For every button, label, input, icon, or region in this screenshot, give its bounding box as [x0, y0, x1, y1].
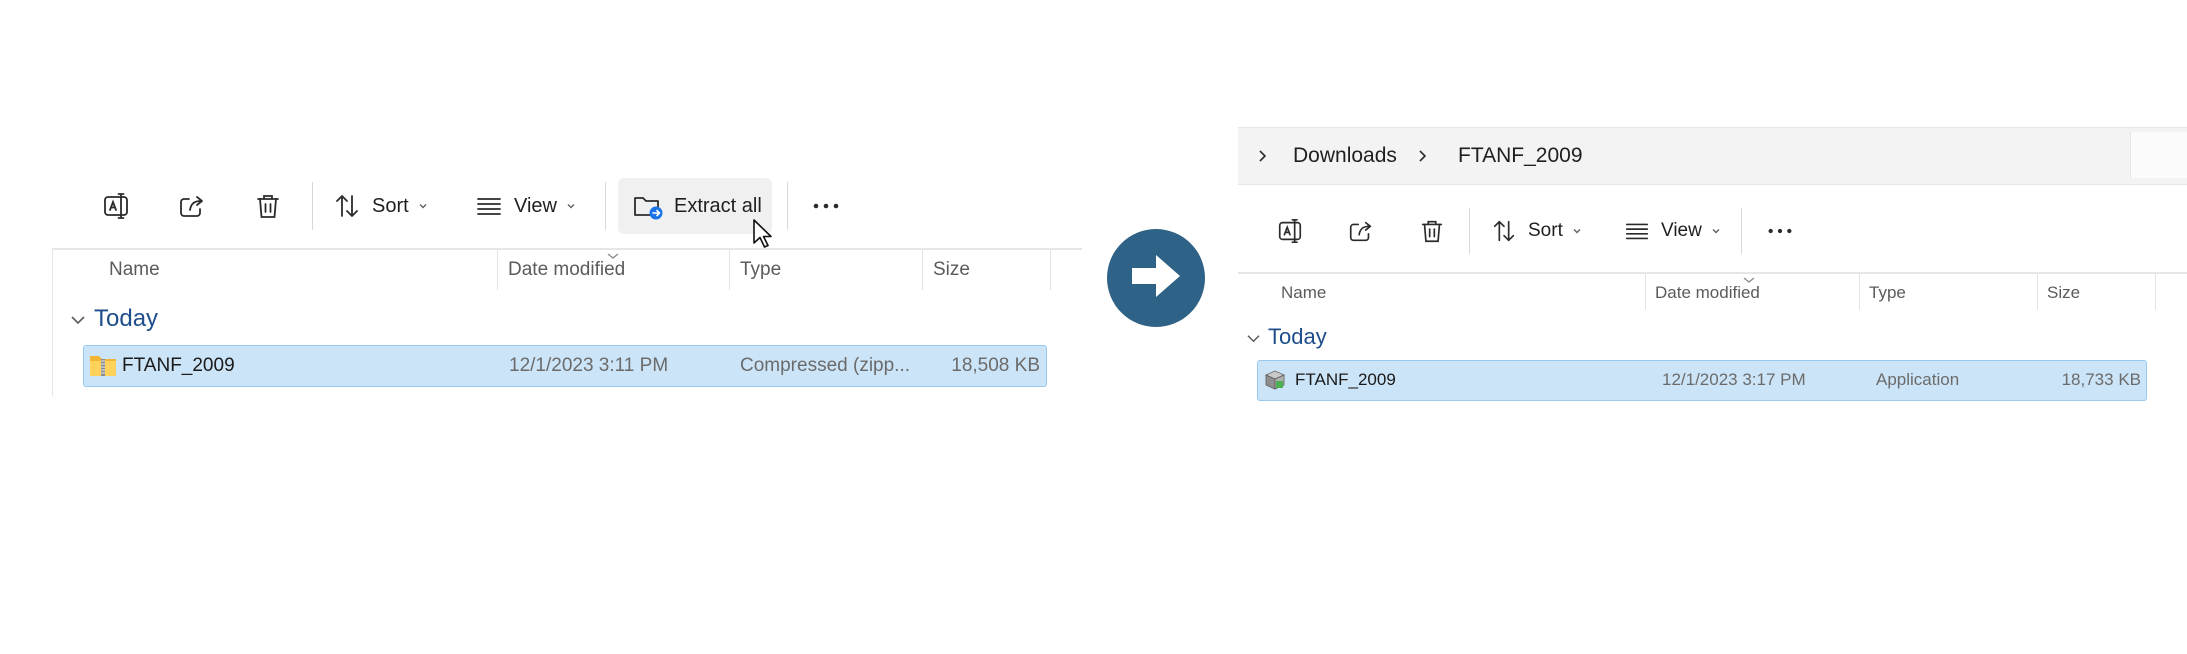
column-divider: [729, 250, 730, 290]
toolbar-separator: [312, 182, 313, 230]
address-bar[interactable]: Downloads FTANF_2009: [1238, 127, 2187, 185]
transition-arrow: [1107, 229, 1205, 327]
chevron-down-icon: [1710, 225, 1722, 237]
file-date-modified: 12/1/2023 3:11 PM: [509, 355, 669, 376]
chevron-down-icon: [417, 200, 429, 212]
application-icon: [1264, 369, 1286, 396]
chevron-down-icon: [565, 200, 577, 212]
chevron-down-icon: [1571, 225, 1583, 237]
file-row-selected[interactable]: FTANF_2009 12/1/2023 3:11 PM Compressed …: [83, 345, 1047, 387]
view-label: View: [1661, 220, 1702, 241]
rename-button[interactable]: [1268, 212, 1312, 250]
group-label: Today: [1268, 324, 1327, 349]
group-header-today[interactable]: Today: [1246, 324, 1327, 350]
address-bar-field-edge: [2130, 132, 2187, 178]
rename-icon: [101, 191, 131, 221]
column-header-type[interactable]: Type: [1869, 283, 1906, 303]
column-header-name[interactable]: Name: [109, 259, 160, 281]
column-header-size[interactable]: Size: [2047, 283, 2080, 303]
view-list-icon: [474, 191, 504, 221]
left-explorer-panel: Sort View Extract all Name Date modified…: [0, 0, 1090, 654]
file-size: 18,508 KB: [951, 355, 1040, 376]
column-divider: [2155, 274, 2156, 310]
more-options-icon: [811, 202, 841, 210]
extract-all-button[interactable]: Extract all: [618, 178, 772, 234]
sort-button[interactable]: Sort: [332, 186, 442, 226]
delete-button[interactable]: [1410, 212, 1454, 250]
view-label: View: [514, 194, 557, 217]
group-label: Today: [94, 305, 159, 332]
sort-icon: [1490, 217, 1518, 245]
arrow-right-icon: [1128, 251, 1184, 306]
zip-folder-icon: [89, 352, 117, 383]
extract-all-label: Extract all: [674, 194, 762, 217]
column-header-size[interactable]: Size: [933, 259, 970, 281]
sort-icon: [332, 191, 362, 221]
sort-label: Sort: [1528, 220, 1563, 241]
chevron-right-icon[interactable]: [1416, 149, 1428, 168]
share-icon: [177, 191, 207, 221]
more-options-button[interactable]: [1758, 212, 1802, 250]
sort-label: Sort: [372, 194, 409, 217]
more-options-icon: [1766, 227, 1794, 235]
file-name: FTANF_2009: [1295, 370, 1396, 389]
column-header-type[interactable]: Type: [740, 259, 781, 281]
view-button[interactable]: View: [474, 186, 584, 226]
breadcrumb-downloads[interactable]: Downloads: [1293, 144, 1397, 168]
left-edge-line: [52, 248, 53, 396]
trash-icon: [1418, 217, 1446, 245]
column-divider: [922, 250, 923, 290]
toolbar-separator: [605, 182, 606, 230]
toolbar-separator: [1469, 208, 1470, 254]
chevron-down-icon: [70, 305, 86, 333]
extract-folder-icon: [632, 191, 664, 221]
rename-button[interactable]: [92, 186, 140, 226]
file-date-modified: 12/1/2023 3:17 PM: [1662, 370, 1806, 389]
view-button[interactable]: View: [1623, 212, 1723, 250]
file-size: 18,733 KB: [2061, 370, 2141, 389]
chevron-down-icon: [1246, 324, 1261, 350]
column-divider: [1645, 274, 1646, 310]
right-explorer-panel: Downloads FTANF_2009 Sort View Name Date…: [1238, 0, 2187, 654]
share-button[interactable]: [1339, 212, 1383, 250]
more-options-button[interactable]: [802, 186, 850, 226]
column-divider: [1050, 250, 1051, 290]
toolbar-separator: [787, 182, 788, 230]
rename-icon: [1276, 217, 1304, 245]
group-header-today[interactable]: Today: [70, 305, 158, 333]
column-header-date-modified[interactable]: Date modified: [508, 259, 625, 281]
view-list-icon: [1623, 217, 1651, 245]
chevron-right-icon[interactable]: [1256, 149, 1268, 168]
column-divider: [1859, 274, 1860, 310]
file-type: Application: [1876, 370, 1960, 389]
header-top-border: [1238, 272, 2187, 274]
share-icon: [1347, 217, 1375, 245]
sort-button[interactable]: Sort: [1490, 212, 1590, 250]
column-header-date-modified[interactable]: Date modified: [1655, 283, 1760, 303]
column-header-name[interactable]: Name: [1281, 283, 1326, 303]
trash-icon: [253, 191, 283, 221]
column-divider: [497, 250, 498, 290]
delete-button[interactable]: [244, 186, 292, 226]
share-button[interactable]: [168, 186, 216, 226]
toolbar-separator: [1741, 208, 1742, 254]
column-divider: [2037, 274, 2038, 310]
file-row-selected[interactable]: FTANF_2009 12/1/2023 3:17 PM Application…: [1257, 360, 2147, 401]
breadcrumb-current-folder[interactable]: FTANF_2009: [1458, 144, 1583, 168]
header-top-border: [52, 248, 1082, 250]
file-type: Compressed (zipp...: [740, 355, 911, 376]
file-name: FTANF_2009: [122, 355, 235, 376]
